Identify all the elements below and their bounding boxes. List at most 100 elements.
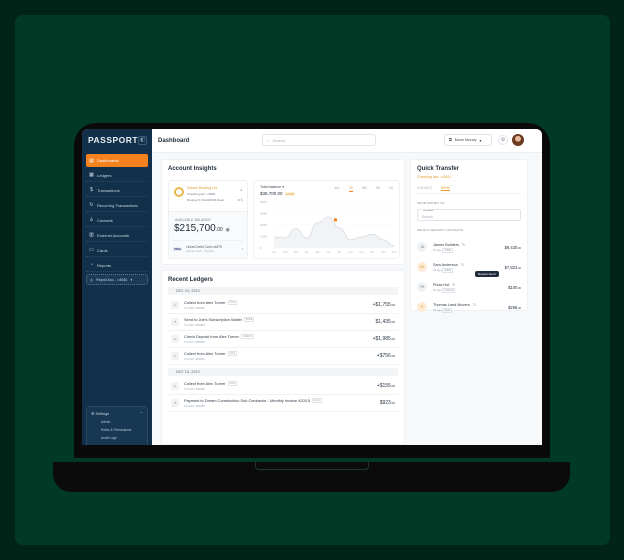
passport-logo: PASSPORT [88, 135, 139, 145]
contact-amount: $100.00 [508, 285, 521, 290]
amount-cents: .00 [390, 320, 395, 324]
payment-type-badge: CHECK [442, 288, 456, 293]
chevron-up-icon: ⌃ [139, 412, 143, 416]
payment-type-badge: ACH [227, 300, 237, 305]
amount-value: $100 [508, 284, 518, 290]
linked-card-row[interactable]: VISA Linked Debit Card ••4875 Expires 12… [173, 240, 243, 253]
sidebar-item-label: Reports [97, 262, 112, 268]
sidebar-item-transactions[interactable]: $ Transactions [86, 184, 148, 197]
topbar: Dashboard ○ Search ⧉ Move Money ▾ ⚙ [152, 129, 542, 153]
settings-sub-item[interactable]: Audit Logs [91, 436, 143, 440]
contact-last-sent: 5d ago [433, 308, 442, 312]
user-avatar[interactable] [512, 134, 524, 146]
repeat-send-tooltip: Repeat Send [475, 271, 499, 277]
amount-value: $923 [379, 400, 391, 406]
repeat-icon[interactable]: ↻ [461, 263, 464, 267]
download-icon[interactable]: ⤓ [240, 186, 242, 191]
total-balance-dropdown[interactable]: Total balance ▾ [260, 185, 284, 189]
gear-icon: ⚙ [91, 412, 95, 416]
move-money-button[interactable]: ⧉ Move Money ▾ [444, 134, 492, 146]
copy-icon[interactable]: ⧉ ⎘ [238, 198, 243, 202]
range-tab[interactable]: 1Y [349, 186, 354, 192]
ledger-row[interactable]: ↗ Send to Joe's Subscription Wallet WIRE Tx… [168, 314, 398, 331]
transfer-icon: ⧉ [449, 138, 452, 142]
settings-toggle[interactable]: ⚙ Settings ⌃ [91, 411, 143, 416]
payment-type-badge: ACH [442, 308, 452, 313]
ledger-row[interactable]: ↙ Collect from Alex Turner ACH Txn Ref: 325… [168, 348, 398, 365]
total-balance-amount: $38,700.00 [260, 191, 283, 196]
ledger-row[interactable]: ↗ Payment to Dream Construction Sub Contr… [168, 395, 398, 412]
sidebar-item-external-accounts[interactable]: ▥ External Accounts [86, 229, 148, 242]
linked-card-sub: Expires 12/26 · Physical [186, 250, 214, 253]
total-balance-label: Total balance [260, 185, 282, 189]
ledger-date-header: DEC 24, 2023 [168, 287, 398, 295]
range-tab[interactable]: ALL [334, 186, 340, 192]
contact-name: Sam Anderson [433, 263, 458, 267]
recent-contact[interactable]: JB James Builders ↻ 1d ago WIRE $9,420.00 [417, 237, 521, 257]
eye-icon[interactable]: ◉ [225, 227, 229, 233]
company-logo [174, 187, 184, 197]
sidebar-item-label: Ledgers [97, 172, 112, 178]
amount-cents: .00 [390, 303, 395, 307]
ledger-ref: Txn Ref: 325283 [184, 357, 205, 361]
contact-last-sent: 3d ago [433, 288, 442, 292]
routing-number: Routing #: 011401533 Repo [187, 198, 225, 202]
ledger-title: Payment to Dream Construction Sub Contra… [184, 398, 311, 403]
sidebar-item-recurring-transactions[interactable]: ↻ Recurring Transactions [86, 199, 148, 212]
amount-value: $9,420 [504, 244, 518, 250]
repeat-icon[interactable]: ↻ [452, 283, 455, 287]
recent-ledgers-card: Recent Ledgers DEC 24, 2023 ↙ Collect from… [161, 270, 405, 445]
settings-sub-item[interactable]: Admin [91, 420, 143, 424]
amount-value: $298 [508, 304, 518, 310]
payment-type-badge: WIRE [243, 317, 255, 322]
settings-button[interactable]: ⚙ [498, 135, 508, 145]
range-tab[interactable]: 1D [389, 186, 393, 192]
settings-sub-item[interactable]: Roles & Permissions [91, 428, 143, 432]
transaction-direction-icon: ↙ [171, 382, 179, 390]
ledger-title: Collect from Alex Turner [184, 300, 226, 305]
amount-value: $7,823 [504, 264, 518, 270]
payment-type-badge: ACH [227, 381, 237, 386]
account-switcher[interactable]: ◎ Payroll Acc... ••5461 ▾ [86, 274, 148, 285]
highlight-point[interactable] [333, 218, 337, 222]
sidebar-item-reports[interactable]: ◔ Reports [86, 259, 148, 272]
transaction-direction-icon: ↗ [171, 399, 179, 407]
recurring-icon: ↻ [89, 202, 94, 208]
search-input[interactable]: ○ Search [262, 134, 376, 146]
x-tick-label: Jun [327, 250, 332, 254]
recent-contact[interactable]: SA Sam Anderson ↻ 2d ago WIRE $7,823.00 [417, 257, 521, 277]
range-tab[interactable]: 6M [362, 186, 366, 192]
ledger-row[interactable]: ↙ Check Deposit from Alex Turner CHECK Txn … [168, 331, 398, 348]
sidebar-item-ledgers[interactable]: ▦ Ledgers [86, 169, 148, 182]
x-tick-label: Mar [294, 250, 299, 254]
repeat-icon[interactable]: ↻ [473, 303, 476, 307]
recent-contact[interactable]: TL Thomas Land Movers ↻ 5d ago ACH $298.00 [417, 297, 521, 317]
amount-value: +$155 [376, 383, 391, 389]
ledger-date-header: DEC 15, 2023 [168, 368, 398, 376]
ledger-row[interactable]: ↙ Collect from Alex Turner ACH Txn Ref: 325… [168, 297, 398, 314]
recent-contact[interactable]: PH Pizza Hut ↻ 3d ago CHECK $100.00 [417, 277, 521, 297]
tab-send[interactable]: SEND [440, 186, 451, 191]
payment-type-badge: CHECK [240, 334, 255, 339]
repeat-icon[interactable]: ↻ [462, 243, 465, 247]
total-balance-value: $38,700.00 +3.6% [260, 191, 296, 196]
sidebar-item-contacts[interactable]: ♙ Contacts [86, 214, 148, 227]
bank-icon: ▥ [89, 232, 94, 238]
contact-search-input[interactable]: Contact Search [417, 208, 521, 221]
ledger-ref: Txn Ref: 325283 [184, 323, 205, 327]
sidebar-item-cards[interactable]: ▭ Cards [86, 244, 148, 257]
ledger-row[interactable]: ↙ Collect from Alex Turner ACH Txn Ref: 325… [168, 378, 398, 395]
contact-avatar: PH [417, 282, 427, 292]
dollar-icon: $ [90, 187, 93, 193]
tab-collect[interactable]: COLLECT [417, 186, 433, 191]
x-tick-label: Nov [381, 250, 386, 254]
sidebar-item-dashboards[interactable]: ▤ Dashboards [86, 154, 148, 167]
account-name[interactable]: Dream Roofing Ltd [187, 186, 217, 190]
range-tabs: ALL 1Y 6M 1M 1D [334, 186, 393, 192]
range-tab[interactable]: 1M [375, 186, 379, 192]
contact-amount: $7,823.00 [505, 265, 521, 270]
amount-cents: .00 [517, 266, 521, 270]
quick-transfer-account[interactable]: Checking acc. ••3901 [417, 175, 521, 179]
contact-label: Contact [422, 208, 435, 212]
collapse-sidebar-button[interactable]: ◧ [138, 135, 147, 145]
